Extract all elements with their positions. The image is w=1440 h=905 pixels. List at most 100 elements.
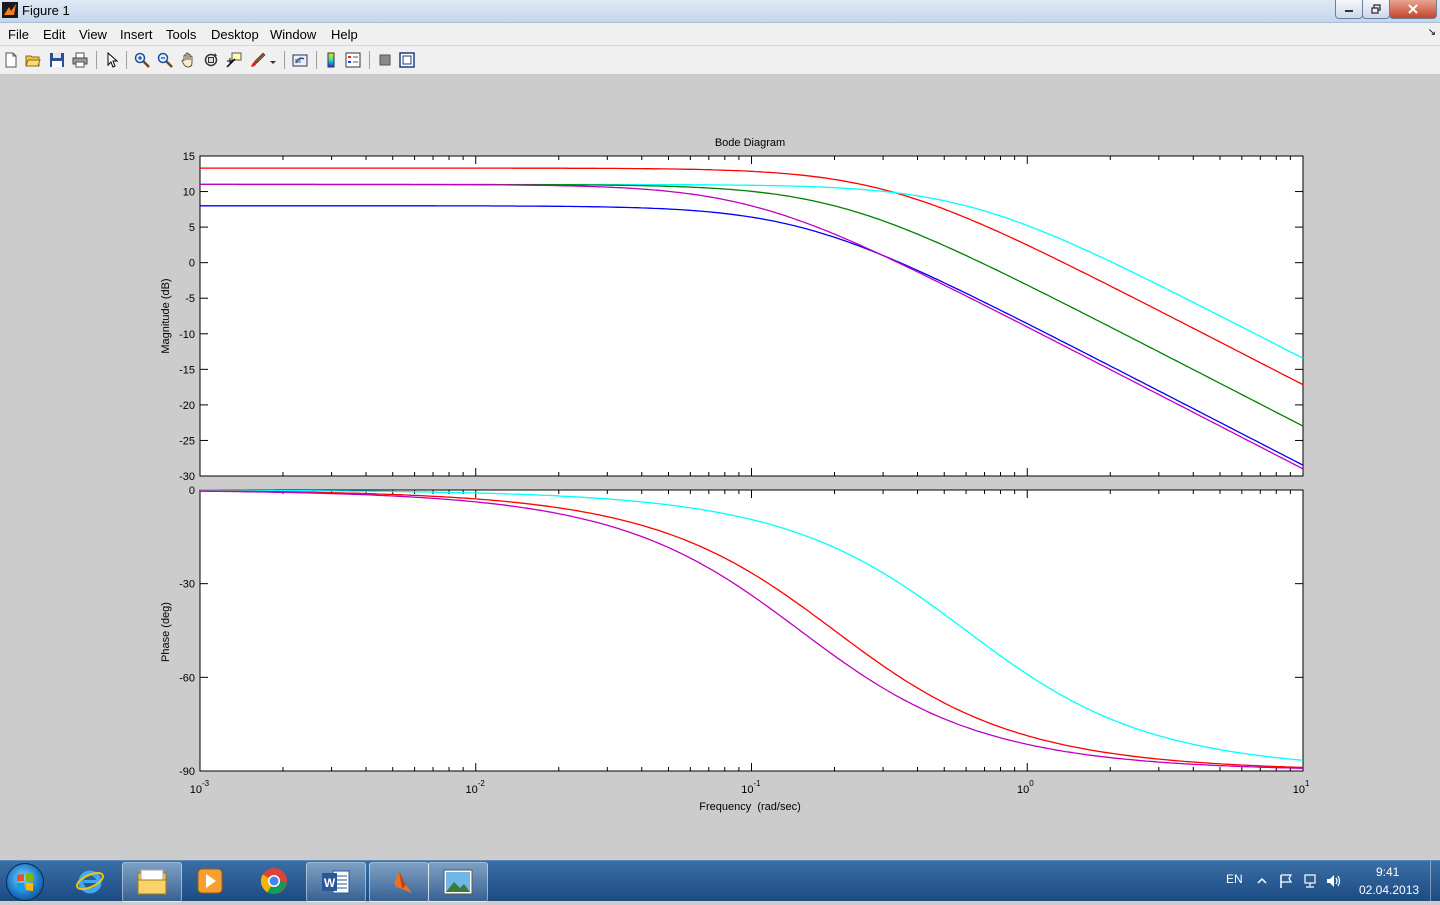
windows-taskbar: W EN 9:41 02.04.2013 <box>0 860 1440 902</box>
hide-plot-tools-icon[interactable] <box>377 52 393 68</box>
word-logo-icon: W <box>322 870 350 894</box>
new-figure-icon[interactable] <box>3 52 19 68</box>
internet-explorer-icon[interactable] <box>61 862 119 900</box>
word-icon[interactable]: W <box>306 862 366 902</box>
matlab-icon[interactable] <box>369 862 429 902</box>
show-desktop-button[interactable] <box>1430 861 1440 901</box>
play-icon <box>197 868 223 894</box>
magnitude-tick-label: 0 <box>189 258 195 270</box>
magnitude-tick-label: 15 <box>183 151 195 163</box>
svg-text:W: W <box>324 876 336 890</box>
x-tick-base: 10 <box>1017 784 1029 796</box>
menu-window[interactable]: Window <box>270 27 316 42</box>
x-tick-exponent: 0 <box>1029 779 1034 788</box>
bode-diagram[interactable]: Bode Diagram 151050-5-10-15-20-25-30 Mag… <box>0 75 1440 860</box>
phase-ylabel: Phase (deg) <box>160 602 172 662</box>
phase-tick-label: 0 <box>189 485 195 497</box>
show-plot-tools-icon[interactable] <box>399 52 415 68</box>
clock-time[interactable]: 9:41 <box>1376 865 1399 879</box>
minimize-button[interactable] <box>1335 0 1363 19</box>
zoom-out-icon[interactable] <box>157 52 173 68</box>
data-cursor-icon[interactable] <box>226 52 242 68</box>
phase-tick-label: -60 <box>179 672 195 684</box>
save-icon[interactable] <box>49 52 65 68</box>
brush-dropdown-icon[interactable] <box>268 52 278 68</box>
menu-view[interactable]: View <box>79 27 107 42</box>
menu-tools[interactable]: Tools <box>166 27 196 42</box>
frequency-tick-labels: 10-310-210-1100101 <box>190 779 1310 796</box>
menu-bar: File Edit View Insert Tools Desktop Wind… <box>0 23 1440 46</box>
x-tick-exponent: 1 <box>1305 779 1310 788</box>
menu-help[interactable]: Help <box>331 27 358 42</box>
magnitude-tick-label: -5 <box>185 293 195 305</box>
x-tick-base: 10 <box>1293 784 1305 796</box>
restore-button[interactable] <box>1362 0 1390 19</box>
folder-icon <box>137 869 167 895</box>
magnitude-tick-label: -15 <box>179 364 195 376</box>
link-plot-icon[interactable] <box>292 52 308 68</box>
magnitude-axes[interactable] <box>199 155 1304 477</box>
x-tick-base: 10 <box>741 784 753 796</box>
file-explorer-icon[interactable] <box>122 862 182 902</box>
dock-figure-icon[interactable]: ↘ <box>1428 27 1436 38</box>
x-tick-label: 10-1 <box>741 779 761 796</box>
chrome-logo-icon <box>260 868 287 894</box>
colorbar-icon[interactable] <box>323 52 339 68</box>
minimize-icon <box>1345 10 1353 12</box>
restore-icon <box>1371 4 1381 14</box>
x-tick-base: 10 <box>190 784 202 796</box>
image-viewer-icon[interactable] <box>428 862 488 902</box>
media-player-icon[interactable] <box>181 862 239 900</box>
windows-logo-icon <box>17 873 33 891</box>
ie-logo-icon <box>76 870 104 894</box>
magnitude-ylabel: Magnitude (dB) <box>160 278 172 353</box>
chart-title: Bode Diagram <box>715 137 785 149</box>
chrome-icon[interactable] <box>245 862 303 900</box>
window-titlebar: Figure 1 <box>0 0 1440 23</box>
window-title: Figure 1 <box>22 3 70 18</box>
input-language[interactable]: EN <box>1226 872 1243 886</box>
picture-icon <box>443 869 473 895</box>
magnitude-tick-label: 5 <box>189 222 195 234</box>
magnitude-tick-label: -10 <box>179 329 195 341</box>
phase-tick-label: -90 <box>179 766 195 778</box>
figure-canvas: Bode Diagram 15 10 5 0 -5 -10 -15 -20 -25 -30 Mag… <box>0 75 1440 860</box>
show-hidden-icons-icon[interactable] <box>1256 875 1268 887</box>
action-center-flag-icon[interactable] <box>1278 873 1294 889</box>
magnitude-tick-label: 10 <box>183 187 195 199</box>
menu-desktop[interactable]: Desktop <box>211 27 259 42</box>
pan-icon[interactable] <box>180 52 196 68</box>
x-tick-label: 10-2 <box>466 779 486 796</box>
magnitude-tick-label: -20 <box>179 400 195 412</box>
edit-plot-icon[interactable] <box>104 52 120 68</box>
magnitude-tick-label: -30 <box>179 471 195 483</box>
open-file-icon[interactable] <box>25 52 41 68</box>
matlab-logo-icon <box>386 871 412 893</box>
menu-file[interactable]: File <box>8 27 29 42</box>
network-icon[interactable] <box>1301 873 1319 889</box>
brush-icon[interactable] <box>250 52 266 68</box>
x-tick-label: 10-3 <box>190 779 210 796</box>
x-tick-exponent: -3 <box>202 779 210 788</box>
phase-tick-label: -30 <box>179 579 195 591</box>
magnitude-tick-label: -25 <box>179 435 195 447</box>
menu-edit[interactable]: Edit <box>43 27 65 42</box>
x-tick-base: 10 <box>466 784 478 796</box>
x-tick-exponent: -1 <box>754 779 762 788</box>
x-tick-label: 101 <box>1293 779 1310 796</box>
zoom-in-icon[interactable] <box>134 52 150 68</box>
x-tick-label: 100 <box>1017 779 1034 796</box>
volume-icon[interactable] <box>1325 873 1343 889</box>
start-button[interactable] <box>6 863 44 901</box>
legend-icon[interactable] <box>345 52 361 68</box>
close-button[interactable] <box>1389 0 1437 19</box>
x-tick-exponent: -2 <box>478 779 486 788</box>
clock-date[interactable]: 02.04.2013 <box>1359 883 1419 897</box>
menu-insert[interactable]: Insert <box>120 27 153 42</box>
print-icon[interactable] <box>72 52 88 68</box>
matlab-figure-icon <box>2 2 18 18</box>
figure-toolbar <box>0 46 1440 75</box>
rotate-3d-icon[interactable] <box>203 52 219 68</box>
frequency-xlabel: Frequency (rad/sec) <box>699 801 800 813</box>
close-icon <box>1408 4 1418 14</box>
